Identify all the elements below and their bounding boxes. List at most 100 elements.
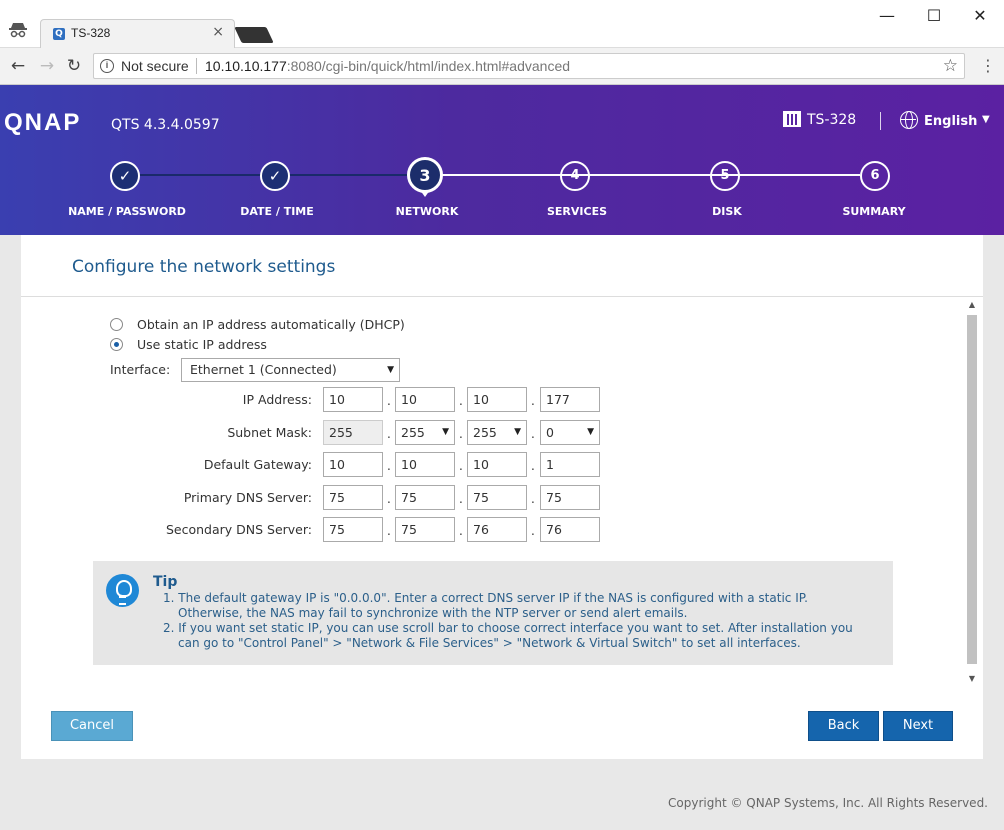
firmware-version: QTS 4.3.4.0597 — [111, 117, 220, 133]
dns1-dot: . — [387, 492, 391, 506]
url-bar[interactable]: i Not secure 10.10.10.177:8080/cgi-bin/q… — [93, 53, 965, 79]
gateway-label: Default Gateway: — [203, 457, 312, 472]
close-tab-icon[interactable]: × — [212, 24, 224, 40]
device-model-label: TS-328 — [807, 112, 857, 128]
cancel-button[interactable]: Cancel — [51, 711, 133, 741]
chevron-down-icon: ▼ — [442, 427, 449, 437]
caret-down-icon[interactable]: ▼ — [982, 114, 990, 125]
dns1-dot: . — [459, 492, 463, 506]
copyright-footer: Copyright © QNAP Systems, Inc. All Right… — [668, 796, 988, 810]
gateway-octet-2[interactable]: 10 — [395, 452, 455, 477]
info-icon[interactable]: i — [100, 59, 114, 73]
back-button[interactable]: Back — [808, 711, 879, 741]
mask-dot: . — [459, 427, 463, 441]
ip-octet-4[interactable]: 177 — [540, 387, 600, 412]
gateway-dot: . — [531, 459, 535, 473]
url-path: :8080/cgi-bin/quick/html/index.html#adva… — [286, 58, 571, 74]
mask-octet-3-value: 255 — [473, 425, 497, 440]
dhcp-option[interactable]: Obtain an IP address automatically (DHCP… — [110, 317, 405, 332]
step-label-network: NETWORK — [395, 205, 459, 218]
dhcp-radio[interactable] — [110, 318, 123, 331]
header-separator — [880, 112, 881, 130]
step-label-summary: SUMMARY — [842, 205, 906, 218]
mask-dot: . — [531, 427, 535, 441]
dns2-octet-4[interactable]: 76 — [540, 517, 600, 542]
settings-scroll-area: Obtain an IP address automatically (DHCP… — [21, 297, 983, 689]
ip-dot: . — [459, 394, 463, 408]
mask-octet-2-select[interactable]: 255 ▼ — [395, 420, 455, 445]
step-1-check-icon: ✓ — [110, 161, 140, 191]
mask-octet-4-select[interactable]: 0 ▼ — [540, 420, 600, 445]
step-4-circle: 4 — [560, 161, 590, 191]
primary-dns-label: Primary DNS Server: — [183, 490, 312, 505]
static-ip-option[interactable]: Use static IP address — [110, 337, 267, 352]
chevron-down-icon: ▼ — [587, 427, 594, 437]
dns1-octet-1[interactable]: 75 — [323, 485, 383, 510]
security-label[interactable]: Not secure — [121, 58, 189, 74]
scroll-up-icon[interactable]: ▲ — [966, 299, 978, 311]
tip-line-3: 2. If you want set static IP, you can us… — [163, 621, 853, 635]
scroll-down-icon[interactable]: ▼ — [966, 673, 978, 685]
dns2-octet-3[interactable]: 76 — [467, 517, 527, 542]
minimize-icon[interactable]: — — [877, 6, 897, 26]
language-selector[interactable]: English — [900, 111, 977, 129]
step-6-circle: 6 — [860, 161, 890, 191]
dhcp-label: Obtain an IP address automatically (DHCP… — [137, 317, 405, 332]
gateway-dot: . — [459, 459, 463, 473]
nas-device-icon — [783, 111, 801, 127]
gateway-octet-3[interactable]: 10 — [467, 452, 527, 477]
scrollbar-thumb[interactable] — [967, 315, 977, 664]
secondary-dns-label: Secondary DNS Server: — [165, 522, 312, 537]
tip-line-1: 1. The default gateway IP is "0.0.0.0". … — [163, 591, 808, 605]
progress-line-pending — [440, 174, 860, 176]
chevron-down-icon: ▼ — [514, 427, 521, 437]
mask-octet-2-value: 255 — [401, 425, 425, 440]
step-2-check-icon: ✓ — [260, 161, 290, 191]
back-arrow-icon[interactable]: ← — [8, 56, 28, 76]
browser-tab[interactable]: Q TS-328 × — [40, 19, 235, 48]
tip-box: Tip 1. The default gateway IP is "0.0.0.… — [93, 561, 893, 665]
mask-octet-3-select[interactable]: 255 ▼ — [467, 420, 527, 445]
ip-octet-3[interactable]: 10 — [467, 387, 527, 412]
gateway-octet-1[interactable]: 10 — [323, 452, 383, 477]
step-label-services: SERVICES — [546, 205, 608, 218]
url-text[interactable]: 10.10.10.177:8080/cgi-bin/quick/html/ind… — [205, 58, 570, 74]
step-5-circle: 5 — [710, 161, 740, 191]
ip-dot: . — [531, 394, 535, 408]
gateway-dot: . — [387, 459, 391, 473]
qnap-logo: QNAP — [4, 109, 82, 136]
ip-octet-2[interactable]: 10 — [395, 387, 455, 412]
step-3-circle: 3 — [407, 157, 443, 193]
dns2-octet-1[interactable]: 75 — [323, 517, 383, 542]
dns2-dot: . — [387, 524, 391, 538]
reload-icon[interactable]: ↻ — [64, 56, 84, 76]
bookmark-star-icon[interactable]: ☆ — [943, 56, 958, 76]
browser-menu-icon[interactable]: ⋮ — [980, 56, 996, 75]
close-window-icon[interactable]: ✕ — [970, 6, 990, 26]
url-host: 10.10.10.177 — [205, 58, 287, 74]
interface-select[interactable]: Ethernet 1 (Connected) ▼ — [181, 358, 400, 382]
dns2-dot: . — [459, 524, 463, 538]
tip-line-4: can go to "Control Panel" > "Network & F… — [178, 636, 801, 650]
ip-dot: . — [387, 394, 391, 408]
mask-dot: . — [387, 427, 391, 441]
dns2-octet-2[interactable]: 75 — [395, 517, 455, 542]
step-label-name-password: NAME / PASSWORD — [68, 205, 186, 218]
dns1-octet-2[interactable]: 75 — [395, 485, 455, 510]
dns1-octet-3[interactable]: 75 — [467, 485, 527, 510]
ip-octet-1[interactable]: 10 — [323, 387, 383, 412]
vertical-scrollbar[interactable]: ▲ ▼ — [966, 299, 978, 685]
wizard-header: QNAP QTS 4.3.4.0597 TS-328 English ▼ ✓ ✓… — [0, 85, 1004, 235]
next-button[interactable]: Next — [883, 711, 953, 741]
maximize-icon[interactable]: ☐ — [924, 6, 944, 26]
forward-arrow-icon[interactable]: → — [37, 56, 57, 76]
step-label-date-time: DATE / TIME — [240, 205, 314, 218]
dns1-dot: . — [531, 492, 535, 506]
url-separator — [196, 58, 197, 74]
static-ip-radio[interactable] — [110, 338, 123, 351]
gateway-octet-4[interactable]: 1 — [540, 452, 600, 477]
dns1-octet-4[interactable]: 75 — [540, 485, 600, 510]
lightbulb-icon — [106, 574, 139, 607]
chevron-down-icon: ▼ — [387, 365, 394, 375]
new-tab-button[interactable] — [234, 27, 274, 43]
